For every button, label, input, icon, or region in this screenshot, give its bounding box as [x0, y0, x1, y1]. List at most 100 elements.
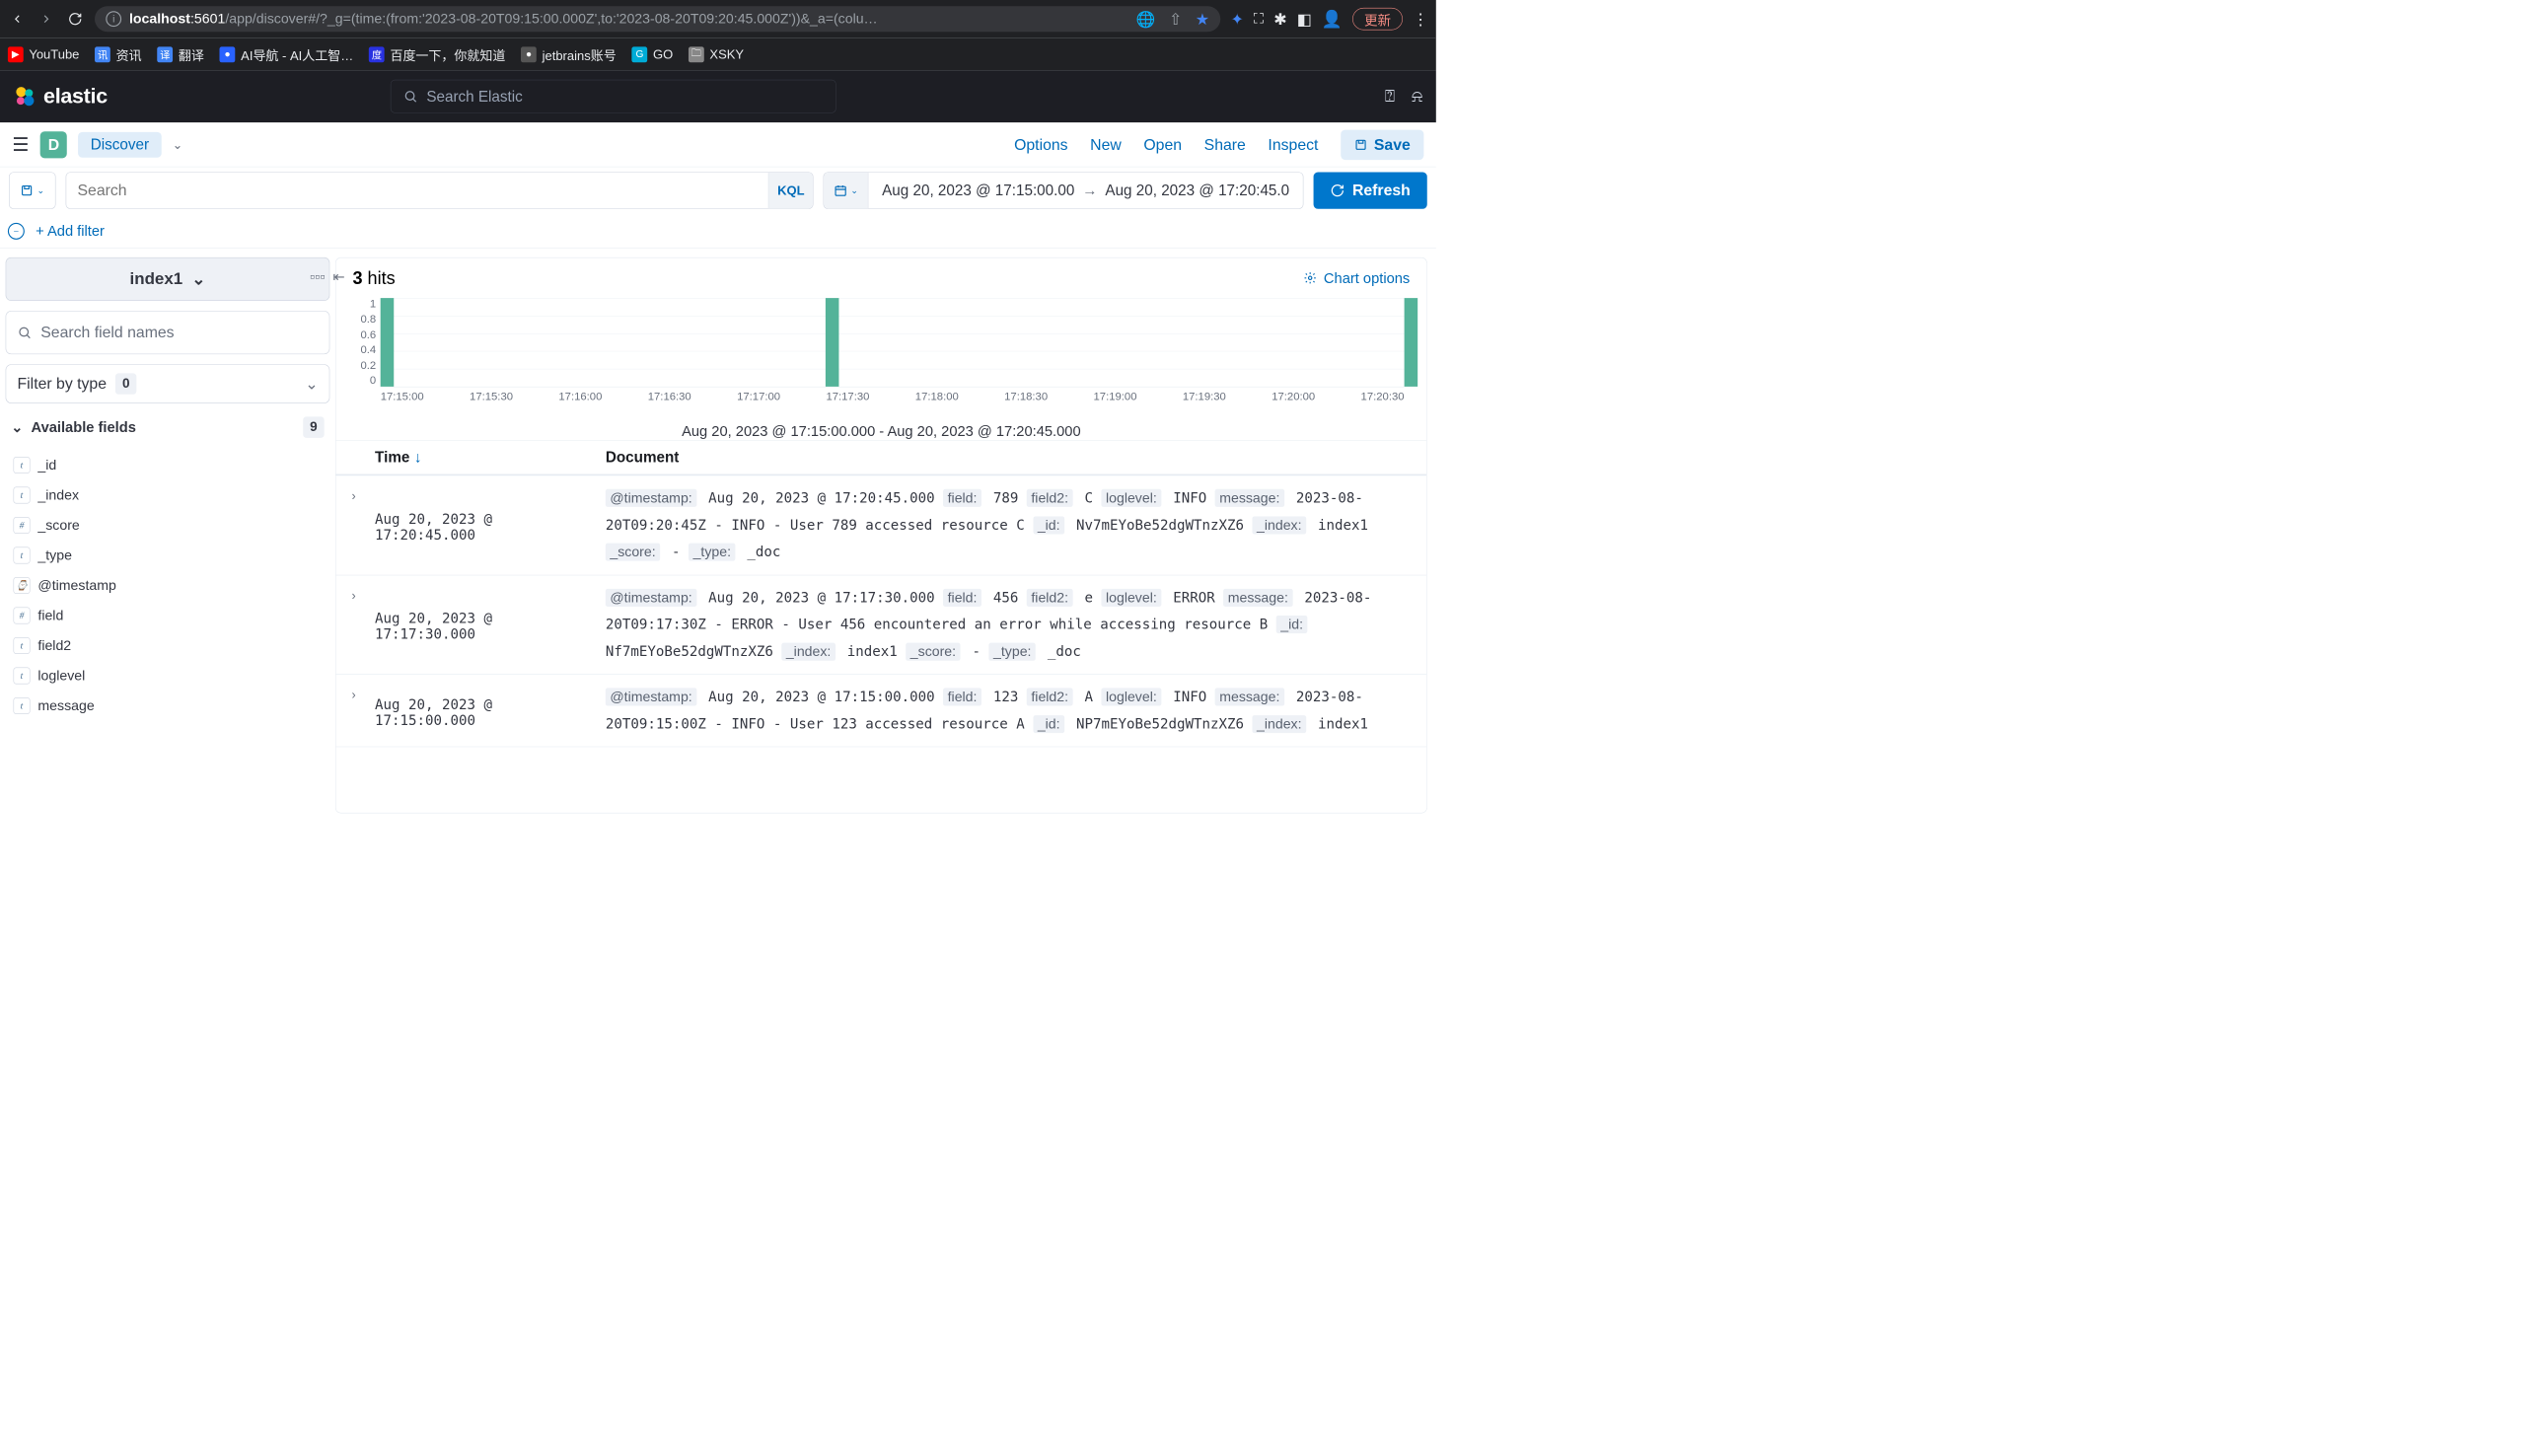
expand-row-button[interactable]: › — [336, 584, 372, 665]
elastic-logo[interactable]: elastic — [14, 85, 108, 109]
query-language-toggle[interactable]: KQL — [768, 173, 813, 208]
bookmark-item[interactable]: ▶YouTube — [8, 46, 80, 62]
kebab-menu-icon[interactable]: ⋮ — [1413, 10, 1428, 29]
appbar-link-new[interactable]: New — [1090, 136, 1122, 154]
help-icon[interactable]: ⍰ — [1385, 87, 1395, 106]
field-item[interactable]: tfield2 — [9, 631, 327, 659]
bookmark-item[interactable]: ●jetbrains账号 — [521, 44, 617, 63]
field-item[interactable]: t_type — [9, 542, 327, 569]
sidebar-edit-icon[interactable]: ▫▫▫ — [310, 268, 326, 286]
field-item[interactable]: ⌚@timestamp — [9, 571, 327, 599]
disk-icon — [20, 183, 34, 197]
appbar-link-open[interactable]: Open — [1143, 136, 1182, 154]
calendar-icon[interactable]: ⌄ — [824, 173, 868, 208]
row-document: @timestamp: Aug 20, 2023 @ 17:20:45.000 … — [600, 484, 1426, 565]
chevron-down-icon: ⌄ — [36, 184, 44, 195]
user-menu-icon[interactable]: ⍾ — [1412, 87, 1422, 106]
elastic-logo-icon — [14, 85, 36, 108]
puzzle-icon[interactable]: ✱ — [1273, 10, 1286, 29]
site-info-icon[interactable]: i — [106, 11, 121, 27]
date-to: Aug 20, 2023 @ 17:20:45.0 — [1105, 182, 1289, 199]
date-range-picker[interactable]: ⌄ Aug 20, 2023 @ 17:15:00.00 → Aug 20, 2… — [824, 172, 1303, 208]
profile-icon[interactable]: 👤 — [1322, 9, 1343, 29]
field-search-input[interactable]: Search field names — [6, 311, 330, 354]
fields-sidebar: ▫▫▫ ⇤ index1 ⌄ Search field names Filter… — [0, 249, 335, 823]
field-type-icon: ⌚ — [14, 577, 31, 594]
arrow-right-icon: → — [1082, 182, 1097, 199]
share-icon[interactable]: ⇧ — [1169, 10, 1182, 29]
nav-toggle-button[interactable]: ☰ — [12, 133, 29, 156]
expand-row-button[interactable]: › — [336, 684, 372, 738]
save-button[interactable]: Save — [1341, 129, 1423, 159]
hit-count: 3 hits — [352, 267, 395, 288]
histogram-bar[interactable] — [1405, 298, 1418, 387]
kql-search-field[interactable] — [66, 182, 768, 199]
bookmark-item[interactable]: ●AI导航 - AI人工智… — [220, 44, 353, 63]
chart-options-button[interactable]: Chart options — [1304, 269, 1411, 287]
histogram-bar[interactable] — [826, 298, 839, 387]
refresh-button[interactable]: Refresh — [1313, 172, 1426, 208]
bookmark-item[interactable]: 讯资讯 — [95, 44, 141, 63]
row-timestamp: Aug 20, 2023 @ 17:15:00.000 — [372, 684, 601, 738]
elastic-header: elastic Search Elastic ⍰ ⍾ — [0, 70, 1436, 122]
chevron-down-icon: ⌄ — [11, 418, 23, 436]
histogram-chart[interactable]: 10.80.60.40.20 17:15:0017:15:3017:16:001… — [336, 298, 1427, 420]
breadcrumb-discover[interactable]: Discover — [78, 132, 161, 158]
expand-row-button[interactable]: › — [336, 484, 372, 565]
filter-menu-icon[interactable]: ⎯ — [8, 223, 25, 240]
browser-toolbar: i localhost:5601/app/discover#/?_g=(time… — [0, 0, 1436, 37]
sidebar-collapse-icon[interactable]: ⇤ — [332, 268, 344, 286]
space-badge[interactable]: D — [40, 131, 67, 158]
index-pattern-selector[interactable]: index1 ⌄ — [6, 257, 330, 301]
results-panel: 3 hits Chart options 10.80.60.40.20 17:1… — [335, 257, 1427, 814]
extensions-icon[interactable]: ✦ — [1230, 10, 1243, 29]
field-type-icon: # — [14, 608, 31, 624]
reload-button[interactable] — [66, 10, 85, 29]
field-item[interactable]: #_score — [9, 511, 327, 539]
available-fields-header[interactable]: ⌄ Available fields 9 — [6, 413, 330, 441]
lens-icon[interactable]: ⛶ — [1254, 10, 1264, 28]
kql-search-input[interactable]: KQL — [66, 172, 814, 208]
appbar-link-inspect[interactable]: Inspect — [1268, 136, 1318, 154]
refresh-icon — [1330, 183, 1344, 198]
chevron-down-icon[interactable]: ⌄ — [173, 137, 182, 152]
bookmark-item[interactable]: 度百度一下，你就知道 — [369, 44, 505, 63]
gear-icon — [1304, 271, 1318, 285]
saved-query-button[interactable]: ⌄ — [9, 172, 55, 208]
back-button[interactable] — [8, 10, 27, 29]
table-row: ›Aug 20, 2023 @ 17:15:00.000@timestamp: … — [336, 675, 1427, 747]
translate-icon[interactable]: 🌐 — [1136, 10, 1156, 29]
bookmark-item[interactable]: 译翻译 — [157, 44, 203, 63]
documents-table: Time ↓ Document ›Aug 20, 2023 @ 17:20:45… — [336, 440, 1427, 813]
add-filter-button[interactable]: + Add filter — [36, 222, 105, 240]
appbar-link-share[interactable]: Share — [1204, 136, 1246, 154]
field-type-icon: t — [14, 487, 31, 504]
field-type-icon: # — [14, 517, 31, 534]
column-header-time[interactable]: Time ↓ — [372, 449, 601, 467]
field-item[interactable]: #field — [9, 602, 327, 629]
forward-button[interactable] — [36, 10, 55, 29]
appbar-link-options[interactable]: Options — [1014, 136, 1067, 154]
bookmark-item[interactable]: GGO — [632, 46, 674, 62]
histogram-bar[interactable] — [381, 298, 395, 387]
field-type-icon: t — [14, 697, 31, 714]
column-header-document[interactable]: Document — [600, 449, 1426, 467]
table-row: ›Aug 20, 2023 @ 17:17:30.000@timestamp: … — [336, 575, 1427, 675]
field-item[interactable]: t_id — [9, 451, 327, 478]
date-from: Aug 20, 2023 @ 17:15:00.00 — [882, 182, 1074, 199]
filter-bar: ⎯ + Add filter — [0, 214, 1436, 249]
filter-by-type-button[interactable]: Filter by type 0 ⌄ — [6, 364, 330, 403]
query-bar: ⌄ KQL ⌄ Aug 20, 2023 @ 17:15:00.00 → Aug… — [0, 167, 1436, 213]
bookmark-item[interactable]: 🗀XSKY — [689, 46, 744, 62]
field-item[interactable]: tmessage — [9, 692, 327, 719]
field-item[interactable]: t_index — [9, 481, 327, 509]
bookmarks-bar: ▶YouTube 讯资讯译翻译 ●AI导航 - AI人工智… 度百度一下，你就知道 ●j… — [0, 37, 1436, 70]
bookmark-star-icon[interactable]: ★ — [1196, 10, 1209, 29]
field-type-icon: t — [14, 637, 31, 654]
global-search-input[interactable]: Search Elastic — [391, 80, 836, 113]
update-button[interactable]: 更新 — [1352, 8, 1403, 31]
side-panel-icon[interactable]: ◧ — [1297, 10, 1312, 29]
field-item[interactable]: tloglevel — [9, 662, 327, 690]
bookmark-icon: 🗀 — [689, 46, 704, 62]
address-bar[interactable]: i localhost:5601/app/discover#/?_g=(time… — [95, 6, 1220, 32]
